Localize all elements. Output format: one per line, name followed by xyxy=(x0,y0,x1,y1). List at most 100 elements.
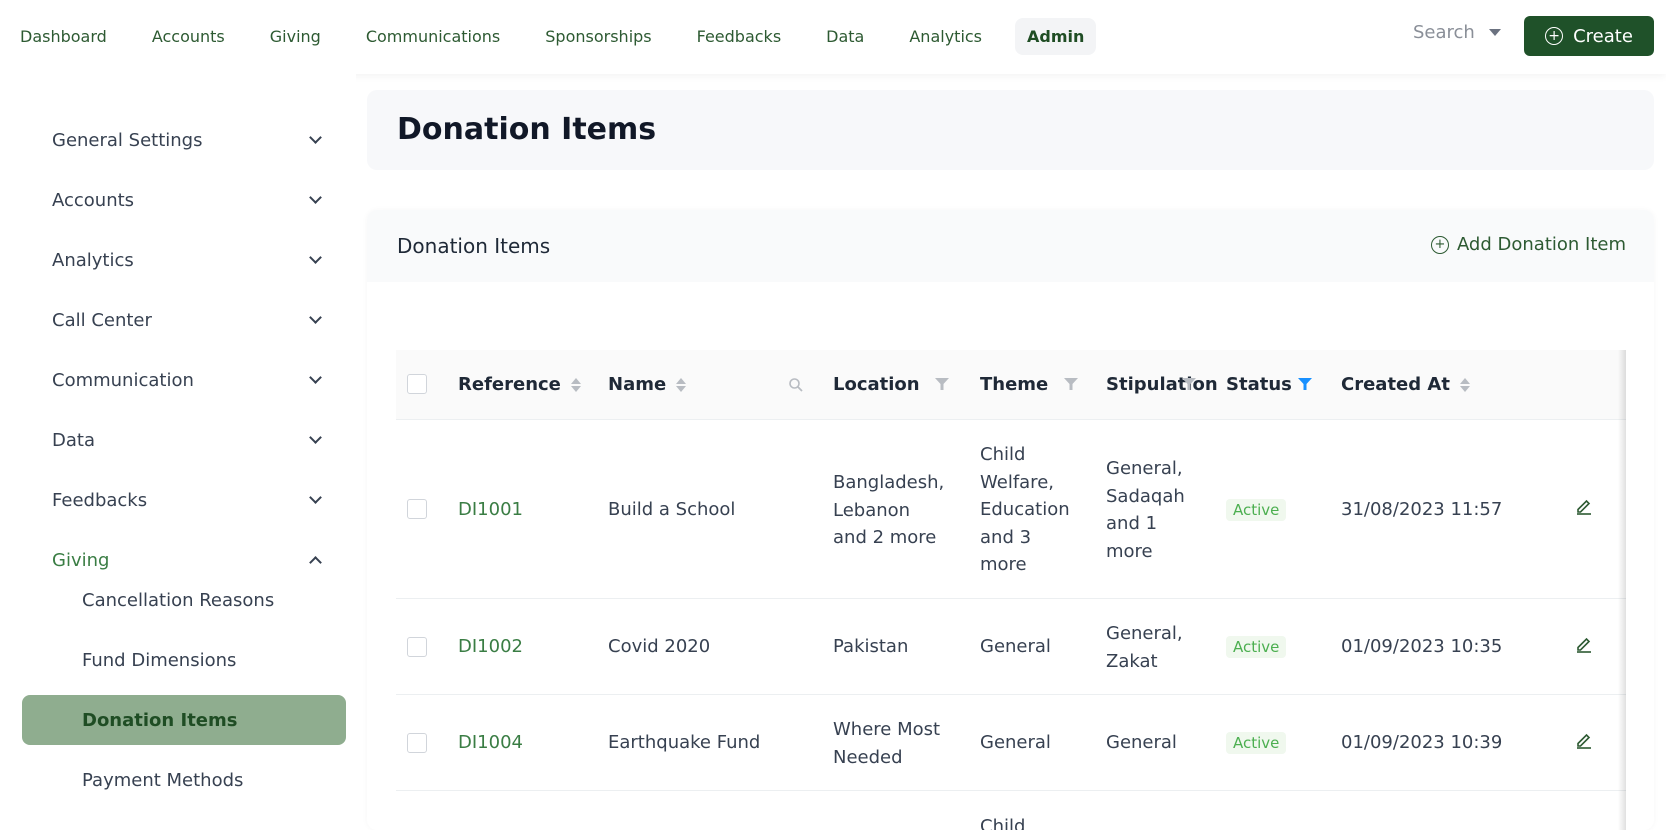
top-navbar: Dashboard Accounts Giving Communications… xyxy=(0,0,1666,74)
row-checkbox[interactable] xyxy=(407,499,427,519)
chevron-down-icon xyxy=(309,191,322,204)
search-label: Search xyxy=(1413,22,1475,43)
theme-line: Child xyxy=(980,444,1026,465)
status-badge: Active xyxy=(1226,732,1287,754)
theme-line: General xyxy=(980,732,1051,753)
column-label: Stipulation xyxy=(1106,374,1218,395)
reference-link[interactable]: DI1004 xyxy=(458,729,523,757)
table-row: DI1002 Covid 2020 Pakistan General Gener… xyxy=(396,599,1626,695)
sidebar-item-giving[interactable]: Giving xyxy=(52,540,324,580)
add-donation-item-button[interactable]: + Add Donation Item xyxy=(1430,234,1626,255)
reference-link[interactable]: DI1001 xyxy=(458,496,523,524)
chevron-down-icon xyxy=(309,431,322,444)
theme-cell: General xyxy=(980,729,1051,757)
theme-cell: General xyxy=(980,633,1051,661)
stipulation-cell: General xyxy=(1106,729,1177,757)
theme-cell: Child Welfare, Education and 3 more xyxy=(980,441,1070,579)
location-cell: Bangladesh, Lebanon and 2 more xyxy=(833,469,944,552)
sort-icon[interactable] xyxy=(570,377,581,392)
sidebar-subitem-fund-dimensions[interactable]: Fund Dimensions xyxy=(22,635,346,685)
plus-circle-icon: + xyxy=(1430,235,1449,254)
chevron-down-icon xyxy=(309,491,322,504)
chevron-down-icon xyxy=(309,251,322,264)
sidebar-item-general-settings[interactable]: General Settings xyxy=(52,120,324,160)
stipulation-line: General xyxy=(1106,732,1177,753)
edit-icon[interactable] xyxy=(1575,497,1593,515)
theme-line: more xyxy=(980,554,1027,575)
column-label: Reference xyxy=(458,374,561,395)
column-header-stipulation: Stipulation xyxy=(1106,374,1218,395)
stipulation-line: Sadaqah xyxy=(1106,485,1185,507)
sidebar-item-label: Data xyxy=(52,429,95,451)
create-button-label: Create xyxy=(1573,25,1633,47)
sidebar-item-accounts[interactable]: Accounts xyxy=(52,180,324,220)
table-row: DI1004 Earthquake Fund Where Most Needed… xyxy=(396,695,1626,791)
donation-items-card: Donation Items + Add Donation Item Refer… xyxy=(367,210,1654,830)
create-button[interactable]: + Create xyxy=(1524,16,1654,56)
stipulation-cell: General, Sadaqah and 1 more xyxy=(1106,455,1185,565)
sort-icon[interactable] xyxy=(676,377,687,392)
column-label: Status xyxy=(1226,374,1292,395)
stipulation-line: General, xyxy=(1106,458,1183,479)
sidebar-item-feedbacks[interactable]: Feedbacks xyxy=(52,480,324,520)
sort-icon[interactable] xyxy=(1459,377,1470,392)
location-line: Needed xyxy=(833,746,903,768)
sidebar-subitem-cancellation-reasons[interactable]: Cancellation Reasons xyxy=(22,575,346,625)
filter-icon[interactable] xyxy=(1064,378,1078,390)
sidebar-subitem-payment-methods[interactable]: Payment Methods xyxy=(22,755,346,805)
nav-admin[interactable]: Admin xyxy=(1015,18,1097,55)
search-dropdown[interactable]: Search xyxy=(1413,22,1501,43)
page-title: Donation Items xyxy=(397,112,657,147)
table-row: Child xyxy=(396,791,1626,830)
nav-feedbacks[interactable]: Feedbacks xyxy=(685,18,794,55)
row-checkbox[interactable] xyxy=(407,733,427,753)
nav-communications[interactable]: Communications xyxy=(354,18,512,55)
name-cell: Build a School xyxy=(608,499,736,520)
donation-items-table: Reference Name Location Theme Stipulatio… xyxy=(396,350,1626,830)
created-at-cell: 01/09/2023 10:39 xyxy=(1341,732,1503,753)
filter-icon[interactable] xyxy=(935,378,949,390)
filter-icon[interactable] xyxy=(1182,378,1196,390)
location-cell: Pakistan xyxy=(833,633,908,661)
column-label: Location xyxy=(833,374,920,395)
main-nav: Dashboard Accounts Giving Communications… xyxy=(8,18,1117,55)
sidebar-item-label: Accounts xyxy=(52,189,135,211)
reference-link[interactable]: DI1002 xyxy=(458,633,523,661)
nav-analytics[interactable]: Analytics xyxy=(897,18,994,55)
table-row: DI1001 Build a School Bangladesh, Lebano… xyxy=(396,420,1626,599)
edit-icon[interactable] xyxy=(1575,635,1593,653)
row-checkbox[interactable] xyxy=(407,637,427,657)
column-header-reference[interactable]: Reference xyxy=(458,374,581,395)
column-header-theme: Theme xyxy=(980,374,1048,395)
sidebar-item-analytics[interactable]: Analytics xyxy=(52,240,324,280)
status-badge: Active xyxy=(1226,636,1287,658)
name-cell: Earthquake Fund xyxy=(608,732,761,753)
sidebar-item-call-center[interactable]: Call Center xyxy=(52,300,324,340)
column-label: Created At xyxy=(1341,374,1450,395)
nav-sponsorships[interactable]: Sponsorships xyxy=(533,18,663,55)
filter-active-icon[interactable] xyxy=(1298,378,1312,390)
nav-accounts[interactable]: Accounts xyxy=(140,18,237,55)
created-at-cell: 01/09/2023 10:35 xyxy=(1341,636,1503,657)
select-all-checkbox[interactable] xyxy=(407,374,427,394)
created-at-cell: 31/08/2023 11:57 xyxy=(1341,499,1503,520)
edit-icon[interactable] xyxy=(1575,731,1593,749)
nav-giving[interactable]: Giving xyxy=(258,18,333,55)
column-header-created-at[interactable]: Created At xyxy=(1341,374,1470,395)
location-line: Bangladesh, xyxy=(833,472,945,493)
column-header-location: Location xyxy=(833,374,920,395)
sidebar-item-label: Giving xyxy=(52,549,110,571)
stipulation-line: General, xyxy=(1106,623,1183,644)
stipulation-line: more xyxy=(1106,540,1153,562)
theme-line: and 3 xyxy=(980,526,1032,548)
nav-dashboard[interactable]: Dashboard xyxy=(8,18,119,55)
sidebar-item-label: General Settings xyxy=(52,129,203,151)
column-label: Theme xyxy=(980,374,1049,395)
nav-data[interactable]: Data xyxy=(814,18,876,55)
chevron-up-icon xyxy=(309,556,322,569)
column-header-name[interactable]: Name xyxy=(608,374,687,395)
sidebar-item-data[interactable]: Data xyxy=(52,420,324,460)
sidebar-subitem-donation-items[interactable]: Donation Items xyxy=(22,695,346,745)
sidebar-item-communication[interactable]: Communication xyxy=(52,360,324,400)
search-icon[interactable] xyxy=(788,377,804,393)
